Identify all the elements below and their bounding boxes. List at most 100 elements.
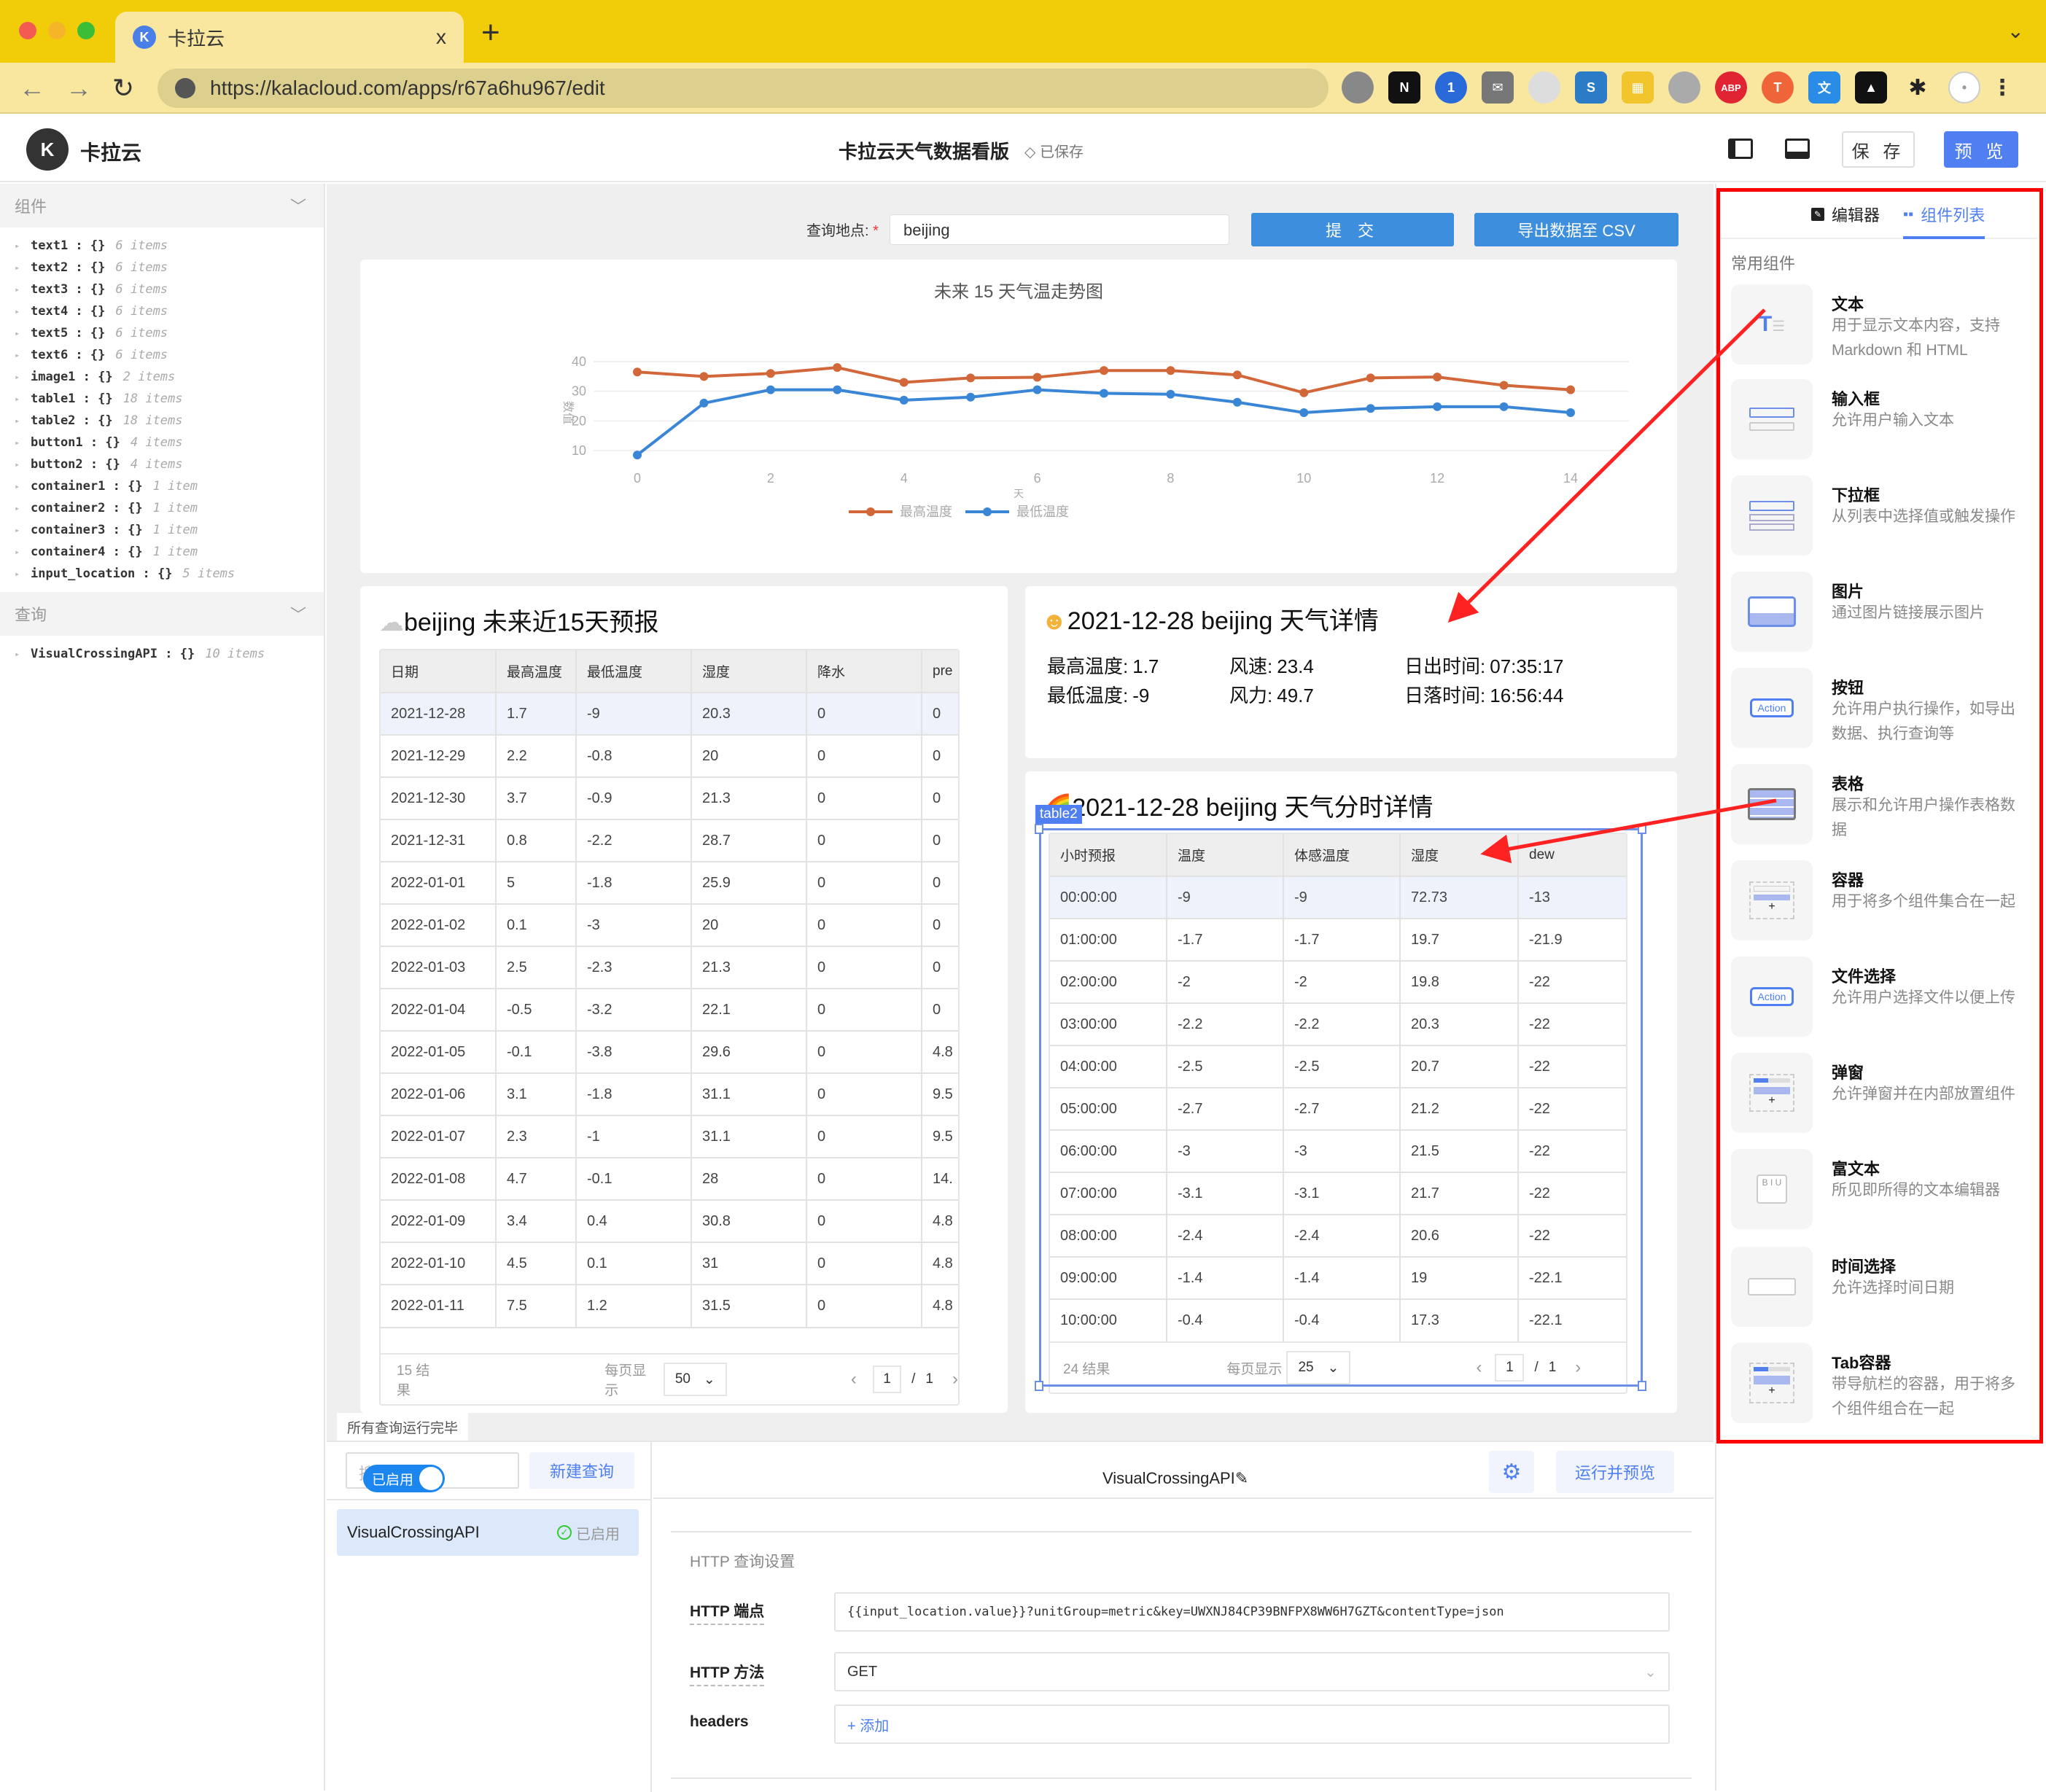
query-status-tab[interactable]: 所有查询运行完毕 bbox=[337, 1413, 469, 1441]
submit-button[interactable]: 提 交 bbox=[1251, 213, 1454, 246]
egg-icon[interactable] bbox=[1668, 71, 1700, 104]
table-row[interactable]: 2021-12-30 3.7 -0.9 21.3 0 0 bbox=[381, 776, 958, 819]
caret-right-icon[interactable]: ▸ bbox=[15, 416, 31, 426]
run-preview-button[interactable]: 运行并预览 bbox=[1556, 1451, 1674, 1493]
table-row[interactable]: 2021-12-28 1.7 -9 20.3 0 0 bbox=[381, 692, 958, 735]
table-row[interactable]: 2022-01-07 2.3 -1 31.1 0 9.5 bbox=[381, 1115, 958, 1158]
page-number-input[interactable]: 1 bbox=[872, 1366, 902, 1393]
table-row[interactable]: 2021-12-29 2.2 -0.8 20 0 0 bbox=[381, 734, 958, 777]
gray-leaf-icon[interactable] bbox=[1528, 71, 1560, 104]
site-info-icon[interactable] bbox=[175, 78, 195, 98]
grid-icon[interactable]: ▦ bbox=[1622, 71, 1654, 104]
state-tree-item[interactable]: ▸ table1 : {} 18 items bbox=[15, 388, 324, 410]
table-row[interactable]: 2022-01-11 7.5 1.2 31.5 0 4.8 bbox=[381, 1284, 958, 1327]
caret-right-icon[interactable]: ▸ bbox=[15, 459, 31, 470]
maximize-window-button[interactable] bbox=[77, 22, 95, 39]
query-enabled-toggle[interactable]: 已启用 bbox=[363, 1465, 445, 1492]
table-row[interactable]: 2022-01-08 4.7 -0.1 28 0 14. bbox=[381, 1157, 958, 1200]
table-row[interactable]: 2022-01-04 -0.5 -3.2 22.1 0 0 bbox=[381, 988, 958, 1031]
column-header[interactable]: 降水 bbox=[806, 650, 922, 693]
table-row[interactable]: 2022-01-02 0.1 -3 20 0 0 bbox=[381, 903, 958, 946]
query-name[interactable]: VisualCrossingAPI✎ bbox=[1102, 1469, 1248, 1488]
selected-component-tag[interactable]: table2 bbox=[1035, 805, 1082, 824]
queries-section-header[interactable]: 查询 ﹀ bbox=[0, 592, 324, 636]
preview-button[interactable]: 预 览 bbox=[1944, 131, 2018, 168]
rabbit-avatar-icon[interactable]: • bbox=[1948, 71, 1980, 104]
tomato-icon[interactable] bbox=[1342, 71, 1374, 104]
app-title[interactable]: 卡拉云天气数据看版 bbox=[839, 137, 1009, 164]
state-tree-item[interactable]: ▸ text4 : {} 6 items bbox=[15, 300, 324, 322]
table-row[interactable]: 2021-12-31 0.8 -2.2 28.7 0 0 bbox=[381, 819, 958, 862]
add-header-button[interactable]: + 添加 bbox=[847, 1714, 889, 1735]
forecast-table[interactable]: 日期 最高温度 最低温度 湿度 降水 pre 2021-12-28 1.7 -9 20.3 0 0 2… bbox=[379, 649, 960, 1406]
s-icon[interactable]: S bbox=[1575, 71, 1607, 104]
column-header[interactable]: 最低温度 bbox=[576, 650, 692, 693]
browser-tab[interactable]: K 卡拉云 x bbox=[115, 12, 464, 63]
location-input[interactable]: beijing bbox=[890, 214, 1229, 245]
table-row[interactable]: 2022-01-06 3.1 -1.8 31.1 0 9.5 bbox=[381, 1072, 958, 1115]
column-header[interactable]: pre bbox=[922, 650, 958, 693]
caret-right-icon[interactable]: ▸ bbox=[15, 372, 31, 382]
close-window-button[interactable] bbox=[19, 22, 36, 39]
column-header[interactable]: 最高温度 bbox=[496, 650, 577, 693]
column-header[interactable]: 湿度 bbox=[691, 650, 807, 693]
address-bar[interactable]: https://kalacloud.com/apps/r67a6hu967/ed… bbox=[157, 69, 1329, 108]
puzzle-icon[interactable]: ✱ bbox=[1902, 71, 1934, 104]
t-icon[interactable]: T bbox=[1762, 71, 1794, 104]
new-query-button[interactable]: 新建查询 bbox=[529, 1452, 634, 1489]
query-list-item[interactable]: VisualCrossingAPI ✓ 已启用 bbox=[337, 1509, 639, 1556]
caret-right-icon[interactable]: ▸ bbox=[15, 262, 31, 273]
column-header[interactable]: 日期 bbox=[381, 650, 497, 693]
page-size-select[interactable]: 50 ⌄ bbox=[663, 1363, 727, 1396]
table-row[interactable]: 2022-01-01 5 -1.8 25.9 0 0 bbox=[381, 861, 958, 904]
caret-right-icon[interactable]: ▸ bbox=[15, 503, 31, 513]
gear-icon[interactable]: ⚙ bbox=[1489, 1451, 1534, 1493]
toggle-left-panel-icon[interactable] bbox=[1728, 139, 1753, 159]
state-tree-item[interactable]: ▸ container4 : {} 1 item bbox=[15, 541, 324, 563]
caret-right-icon[interactable]: ▸ bbox=[15, 481, 31, 491]
caret-right-icon[interactable]: ▸ bbox=[15, 241, 31, 251]
adblock-icon[interactable]: ABP bbox=[1715, 71, 1747, 104]
browser-menu-icon[interactable]: ⋮ bbox=[1991, 71, 2013, 104]
resize-handle[interactable] bbox=[1638, 824, 1646, 834]
table-row[interactable]: 2022-01-10 4.5 0.1 31 0 4.8 bbox=[381, 1242, 958, 1285]
http-endpoint-input[interactable]: {{input_location.value}}?unitGroup=metri… bbox=[834, 1592, 1670, 1632]
state-tree-item[interactable]: ▸ text6 : {} 6 items bbox=[15, 344, 324, 366]
state-tree-item[interactable]: ▸ table2 : {} 18 items bbox=[15, 410, 324, 432]
state-tree-item[interactable]: ▸ input_location : {} 5 items bbox=[15, 563, 324, 585]
caret-right-icon[interactable]: ▸ bbox=[15, 284, 31, 295]
save-button[interactable]: 保 存 bbox=[1842, 131, 1915, 168]
caret-right-icon[interactable]: ▸ bbox=[15, 547, 31, 557]
state-tree-item[interactable]: ▸ text3 : {} 6 items bbox=[15, 278, 324, 300]
1password-icon[interactable]: 1 bbox=[1435, 71, 1467, 104]
state-tree-item[interactable]: ▸ container2 : {} 1 item bbox=[15, 497, 324, 519]
kalacloud-logo-icon[interactable]: K bbox=[26, 128, 69, 171]
a-icon[interactable]: ▲ bbox=[1855, 71, 1887, 104]
http-method-select[interactable]: GET ⌄ bbox=[834, 1652, 1670, 1691]
caret-right-icon[interactable]: ▸ bbox=[15, 328, 31, 338]
resize-handle[interactable] bbox=[1035, 1381, 1043, 1391]
caret-right-icon[interactable]: ▸ bbox=[15, 649, 31, 659]
minimize-window-button[interactable] bbox=[48, 22, 66, 39]
table-row[interactable]: 2022-01-03 2.5 -2.3 21.3 0 0 bbox=[381, 946, 958, 989]
caret-right-icon[interactable]: ▸ bbox=[15, 525, 31, 535]
state-tree-item[interactable]: ▸ container3 : {} 1 item bbox=[15, 519, 324, 541]
state-tree-item[interactable]: ▸ text5 : {} 6 items bbox=[15, 322, 324, 344]
state-tree-item[interactable]: ▸ image1 : {} 2 items bbox=[15, 366, 324, 388]
prev-page-icon[interactable]: ‹ bbox=[851, 1369, 857, 1390]
back-icon[interactable]: ← bbox=[19, 73, 45, 104]
state-tree-item[interactable]: ▸ VisualCrossingAPI : {} 10 items bbox=[15, 643, 324, 665]
caret-right-icon[interactable]: ▸ bbox=[15, 437, 31, 448]
components-section-header[interactable]: 组件 ﹀ bbox=[0, 184, 324, 227]
state-tree-item[interactable]: ▸ button1 : {} 4 items bbox=[15, 432, 324, 453]
tab-close-icon[interactable]: x bbox=[436, 26, 446, 49]
tab-search-chevron-icon[interactable]: ⌄ bbox=[2007, 19, 2024, 43]
next-page-icon[interactable]: › bbox=[952, 1369, 958, 1390]
caret-right-icon[interactable]: ▸ bbox=[15, 350, 31, 360]
export-csv-button[interactable]: 导出数据至 CSV bbox=[1474, 213, 1679, 246]
table-row[interactable]: 2022-01-05 -0.1 -3.8 29.6 0 4.8 bbox=[381, 1030, 958, 1073]
forward-icon[interactable]: → bbox=[66, 73, 92, 104]
table-row[interactable]: 2022-01-09 3.4 0.4 30.8 0 4.8 bbox=[381, 1199, 958, 1242]
chevron-down-icon[interactable]: ﹀ bbox=[290, 194, 306, 217]
notion-icon[interactable]: N bbox=[1388, 71, 1420, 104]
